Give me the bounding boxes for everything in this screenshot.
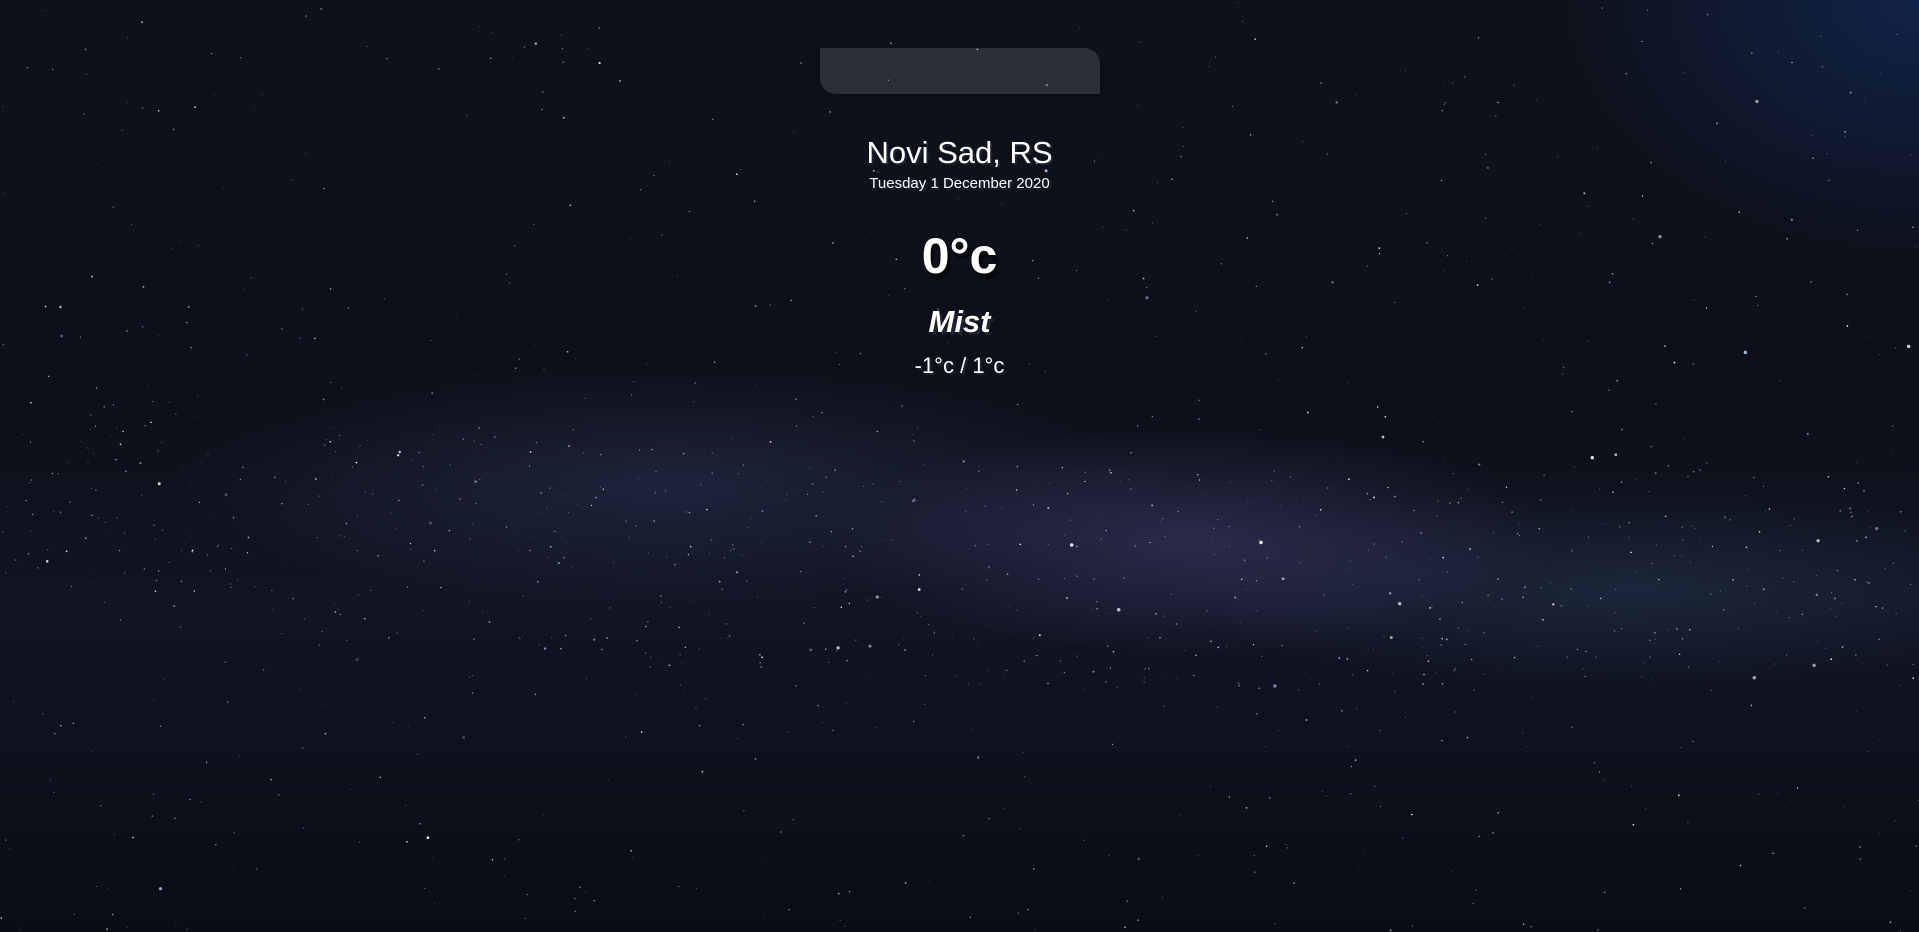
weather-condition: Mist [928, 304, 991, 339]
location-box: Novi Sad, RS Tuesday 1 December 2020 [0, 132, 1919, 192]
location-name: Novi Sad, RS [866, 135, 1053, 170]
weather-box: 0°c Mist -1°c / 1°c [0, 224, 1919, 380]
min-max-temperature: -1°c / 1°c [914, 353, 1005, 378]
weather-app: Novi Sad, RS Tuesday 1 December 2020 0°c… [0, 0, 1919, 932]
temperature: 0°c [921, 228, 998, 284]
current-date: Tuesday 1 December 2020 [869, 175, 1050, 192]
search-input[interactable] [820, 48, 1100, 94]
